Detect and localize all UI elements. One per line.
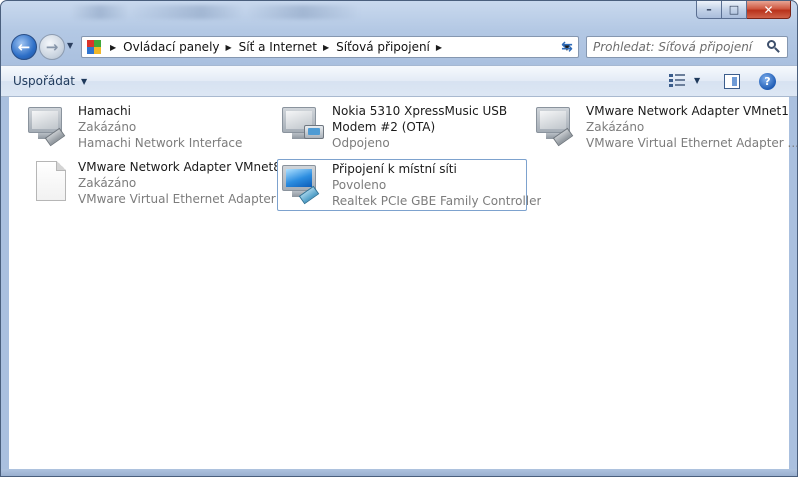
connection-device: Hamachi Network Interface xyxy=(78,136,243,150)
back-button[interactable]: ← xyxy=(11,34,37,60)
connection-name: Hamachi xyxy=(78,104,131,118)
search-icon[interactable] xyxy=(763,37,783,57)
connection-tile-local-area[interactable]: Připojení k místní síti Povoleno Realtek… xyxy=(277,159,541,211)
organize-button[interactable]: Uspořádat ▼ xyxy=(13,74,87,88)
title-bar xyxy=(71,5,361,19)
connection-name: Nokia 5310 XpressMusic USB xyxy=(332,104,508,118)
chevron-down-icon: ▼ xyxy=(80,76,88,86)
search-input[interactable] xyxy=(587,40,763,54)
close-button[interactable]: ✕ xyxy=(747,1,791,19)
connection-tile-nokia-modem[interactable]: Nokia 5310 XpressMusic USB Modem #2 (OTA… xyxy=(265,101,515,153)
navigation-bar: ← → ▼ ▶ Ovládací panely ▶ Síť a Internet… xyxy=(1,31,797,63)
refresh-icon: ⇆ xyxy=(561,39,573,55)
change-view-button[interactable]: ▼ xyxy=(669,73,700,87)
command-bar: Uspořádat ▼ ▼ ? xyxy=(1,65,797,97)
help-button[interactable]: ? xyxy=(759,73,776,90)
connection-tile-vmnet8[interactable]: VMware Network Adapter VMnet8 Zakázáno V… xyxy=(11,157,291,209)
breadcrumb-arrow-icon[interactable]: ▶ xyxy=(226,43,232,52)
refresh-button[interactable]: ⇆ xyxy=(555,36,579,58)
connection-status: Povoleno xyxy=(332,178,387,192)
forward-button[interactable]: → xyxy=(39,34,65,60)
connections-list: Hamachi Zakázáno Hamachi Network Interfa… xyxy=(9,97,797,469)
caption-buttons: – □ ✕ xyxy=(696,1,791,21)
network-adapter-disabled-icon xyxy=(26,103,74,151)
arrow-left-icon: ← xyxy=(17,38,31,56)
maximize-button[interactable]: □ xyxy=(722,1,747,19)
connection-name: Připojení k místní síti xyxy=(332,162,457,176)
blank-document-icon xyxy=(26,159,74,207)
breadcrumb-arrow-icon[interactable]: ▶ xyxy=(110,43,116,52)
organize-label: Uspořádat xyxy=(13,74,75,88)
connection-status: Zakázáno xyxy=(78,120,137,134)
breadcrumb-network-internet[interactable]: Síť a Internet xyxy=(239,40,317,54)
help-icon: ? xyxy=(764,75,771,88)
network-adapter-enabled-icon xyxy=(280,161,328,209)
connection-device: Realtek PCIe GBE Family Controller xyxy=(332,194,542,208)
arrow-right-icon: → xyxy=(45,38,59,56)
connection-name-line2: Modem #2 (OTA) xyxy=(332,120,436,134)
views-icon xyxy=(669,73,685,87)
chevron-down-icon: ▼ xyxy=(67,41,74,50)
connection-device: VMware Virtual Ethernet Adapter ... xyxy=(586,136,798,150)
connection-status: Zakázáno xyxy=(586,120,645,134)
breadcrumb-arrow-icon[interactable]: ▶ xyxy=(436,43,442,52)
breadcrumb-network-connections[interactable]: Síťová připojení xyxy=(336,40,430,54)
recent-pages-dropdown[interactable]: ▼ xyxy=(67,41,73,50)
window-bottom-border xyxy=(1,469,797,476)
connection-status: Zakázáno xyxy=(78,176,137,190)
search-box[interactable] xyxy=(586,36,788,58)
minimize-button[interactable]: – xyxy=(696,1,722,19)
preview-pane-button[interactable] xyxy=(724,74,740,89)
connection-name: VMware Network Adapter VMnet1 xyxy=(586,104,789,118)
connection-status: Odpojeno xyxy=(332,136,390,150)
connection-tile-vmnet1[interactable]: VMware Network Adapter VMnet1 Zakázáno V… xyxy=(519,101,797,153)
breadcrumb-control-panel[interactable]: Ovládací panely xyxy=(123,40,219,54)
breadcrumb-arrow-icon[interactable]: ▶ xyxy=(323,43,329,52)
address-bar[interactable]: ▶ Ovládací panely ▶ Síť a Internet ▶ Síť… xyxy=(81,36,579,58)
control-panel-icon xyxy=(84,37,104,57)
explorer-window: – □ ✕ ← → ▼ ▶ Ovládací panely ▶ Síť a In… xyxy=(0,0,798,477)
connection-tile-hamachi[interactable]: Hamachi Zakázáno Hamachi Network Interfa… xyxy=(11,101,261,153)
network-adapter-disabled-icon xyxy=(534,103,582,151)
connection-name: VMware Network Adapter VMnet8 xyxy=(78,160,281,174)
phone-modem-icon xyxy=(280,103,328,151)
connection-device: VMware Virtual Ethernet Adapter ... xyxy=(78,192,291,206)
chevron-down-icon: ▼ xyxy=(694,75,701,85)
